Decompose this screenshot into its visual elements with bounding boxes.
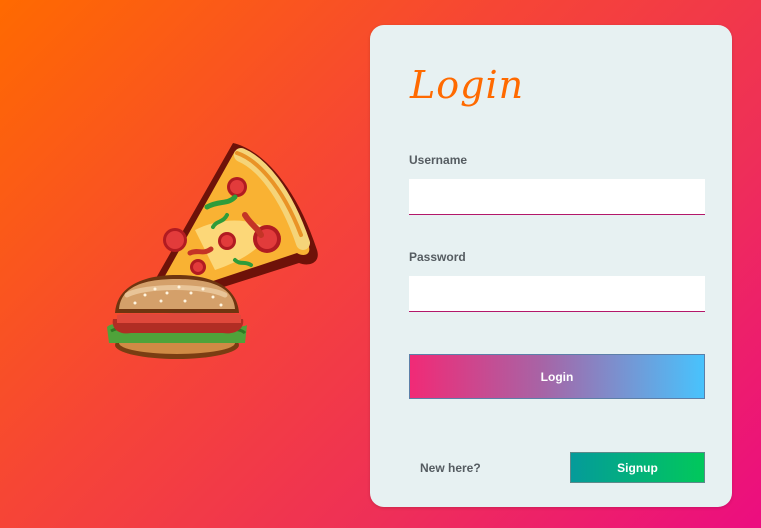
username-input[interactable] <box>409 179 705 215</box>
login-button[interactable]: Login <box>409 354 705 399</box>
username-label: Username <box>409 153 468 167</box>
password-input[interactable] <box>409 276 705 312</box>
burger-icon <box>107 275 247 359</box>
login-card: Login Username Password Login New here? … <box>370 25 732 507</box>
signup-button[interactable]: Signup <box>570 452 705 483</box>
new-here-text: New here? <box>420 461 481 475</box>
login-title: Login <box>410 63 525 107</box>
password-label: Password <box>409 250 466 264</box>
pizza-burger-icon <box>95 135 325 375</box>
